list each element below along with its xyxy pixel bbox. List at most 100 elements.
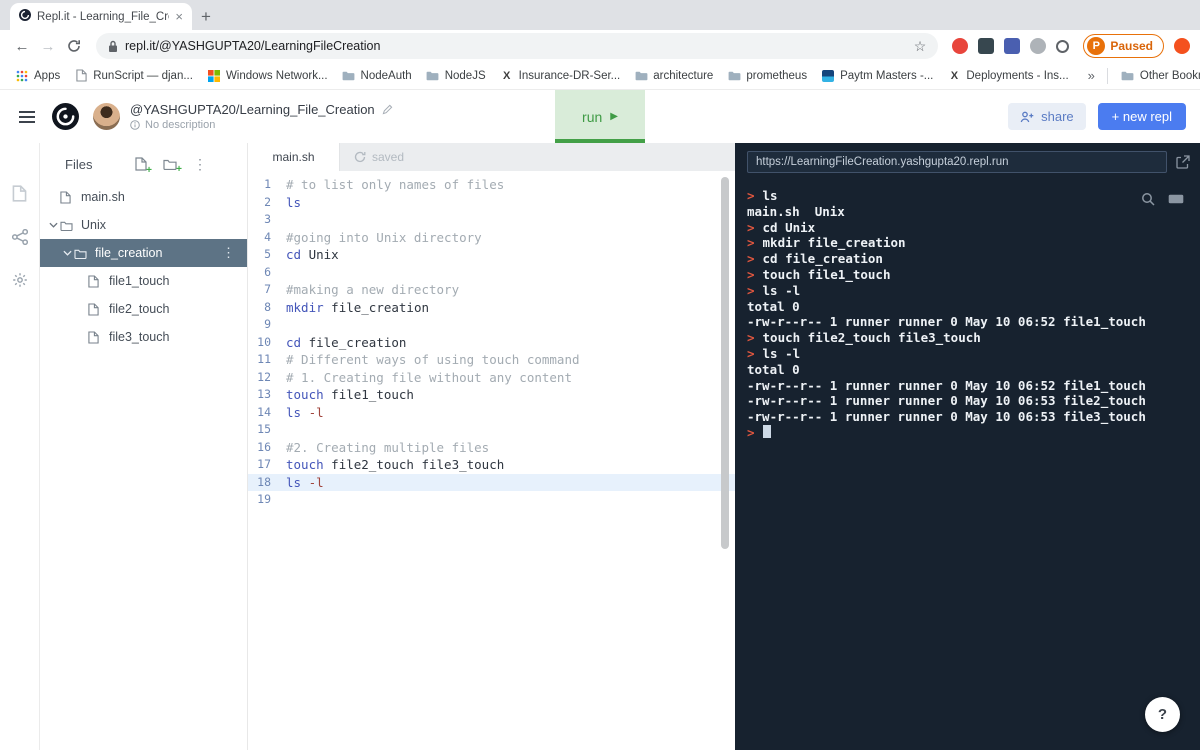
code-line[interactable]: 1 # to list only names of files (248, 176, 735, 194)
bookmark-item[interactable]: X NodeAuth (335, 62, 419, 89)
editor-tab-main-sh[interactable]: main.sh (248, 143, 340, 171)
keyboard-icon[interactable] (1168, 194, 1184, 204)
terminal-line: >ls -l (747, 283, 1188, 299)
code-line[interactable]: 17 touch file2_touch file3_touch (248, 456, 735, 474)
reload-icon[interactable] (62, 34, 86, 58)
prompt-symbol: > (747, 220, 755, 235)
code-line[interactable]: 18 ls -l (248, 474, 735, 492)
code-line[interactable]: 16 #2. Creating multiple files (248, 439, 735, 457)
code-line[interactable]: 6 (248, 264, 735, 282)
tab-close-icon[interactable]: × (175, 9, 183, 24)
profile-paused-badge[interactable]: P Paused (1083, 34, 1164, 58)
code-area[interactable]: 1 # to list only names of files 2 ls 3 (248, 171, 735, 750)
code-line[interactable]: 15 (248, 421, 735, 439)
prompt-symbol: > (747, 283, 755, 298)
file-tree-item[interactable]: file_creation ⋮ (40, 239, 247, 267)
bookmark-item[interactable]: X Paytm Masters -... (814, 62, 940, 89)
bookmark-item[interactable]: X Windows Network... (200, 62, 335, 89)
bookmarks-overflow-chevron[interactable]: » (1076, 68, 1107, 83)
add-folder-icon[interactable]: + (163, 158, 177, 170)
other-bookmarks[interactable]: Other Bookmarks (1114, 62, 1200, 89)
user-avatar[interactable] (93, 103, 120, 130)
profile-avatar-icon[interactable] (1174, 38, 1190, 54)
code-line[interactable]: 19 (248, 491, 735, 509)
bookmark-item[interactable]: X Apps (8, 62, 67, 89)
back-icon[interactable]: ← (10, 34, 34, 58)
run-button[interactable]: run ▶ (555, 90, 645, 143)
divider (1107, 68, 1108, 84)
extension-icon[interactable] (1030, 38, 1046, 54)
code-line[interactable]: 2 ls (248, 194, 735, 212)
prompt-symbol: > (747, 346, 755, 361)
search-icon[interactable] (1141, 192, 1155, 206)
code-line[interactable]: 13 touch file1_touch (248, 386, 735, 404)
line-number: 2 (248, 194, 286, 212)
code-line[interactable]: 11 # Different ways of using touch comma… (248, 351, 735, 369)
lock-icon (108, 40, 118, 53)
repl-path: @YASHGUPTA20/Learning_File_Creation (130, 102, 375, 117)
file-name: main.sh (81, 190, 125, 204)
bookmark-item[interactable]: X Deployments - Ins... (940, 62, 1075, 89)
settings-gear-icon[interactable] (12, 272, 28, 288)
file-name: file2_touch (109, 302, 169, 316)
bookmark-item[interactable]: X prometheus (720, 62, 814, 89)
extension-icon[interactable] (978, 38, 994, 54)
other-bookmarks-label: Other Bookmarks (1140, 70, 1200, 82)
code-line[interactable]: 5 cd Unix (248, 246, 735, 264)
bookmark-item[interactable]: X architecture (627, 62, 720, 89)
file-tree-item[interactable]: file1_touch ⋮ (40, 267, 247, 295)
terminal-text: ls -l (763, 346, 801, 361)
code-editor: main.sh saved 1 # to list only names of … (248, 143, 735, 750)
code-line[interactable]: 4 #going into Unix directory (248, 229, 735, 247)
code-line[interactable]: 8 mkdir file_creation (248, 299, 735, 317)
file-tree-item[interactable]: file2_touch ⋮ (40, 295, 247, 323)
editor-scrollbar[interactable] (721, 177, 729, 549)
open-in-new-tab-icon[interactable] (1176, 155, 1190, 169)
bookmark-item[interactable]: X NodeJS (419, 62, 493, 89)
new-tab-button[interactable]: + (192, 3, 220, 30)
code-line[interactable]: 14 ls -l (248, 404, 735, 422)
help-button[interactable]: ? (1145, 697, 1180, 732)
bookmark-item[interactable]: X Insurance-DR-Ser... (493, 62, 628, 89)
hamburger-menu-icon[interactable] (18, 110, 36, 124)
code-line[interactable]: 10 cd file_creation (248, 334, 735, 352)
webview-url-bar[interactable]: https://LearningFileCreation.yashgupta20… (747, 151, 1167, 173)
bookmark-label: Deployments - Ins... (966, 70, 1068, 82)
add-file-icon[interactable]: + (135, 157, 147, 171)
share-nodes-icon[interactable] (12, 229, 28, 245)
code-line[interactable]: 9 (248, 316, 735, 334)
files-options-icon[interactable]: ⋮ (193, 156, 207, 173)
saved-indicator: saved (354, 143, 404, 171)
extension-icon[interactable] (1004, 38, 1020, 54)
share-button[interactable]: share (1008, 103, 1086, 130)
code-line[interactable]: 12 # 1. Creating file without any conten… (248, 369, 735, 387)
chevron-down-icon[interactable] (46, 222, 60, 228)
file-tree-item[interactable]: main.sh ⋮ (40, 183, 247, 211)
new-repl-button[interactable]: + new repl (1098, 103, 1186, 130)
code-text: mkdir file_creation (286, 299, 429, 317)
file-options-icon[interactable]: ⋮ (222, 245, 235, 261)
line-number: 1 (248, 176, 286, 194)
browser-tab-active[interactable]: Repl.it - Learning_File_Creation × (10, 3, 192, 30)
folder-icon (342, 69, 356, 83)
bookmark-star-icon[interactable]: ☆ (914, 38, 927, 55)
file-tree-item[interactable]: Unix ⋮ (40, 211, 247, 239)
extension-icon[interactable] (1056, 40, 1069, 53)
folder-icon (74, 248, 88, 259)
replit-logo[interactable] (52, 103, 79, 130)
files-nav-icon[interactable] (12, 185, 27, 202)
edit-pencil-icon[interactable] (382, 104, 393, 115)
line-number: 17 (248, 456, 286, 474)
url-bar[interactable]: repl.it/@YASHGUPTA20/LearningFileCreatio… (96, 33, 938, 59)
code-line[interactable]: 7 #making a new directory (248, 281, 735, 299)
forward-icon[interactable]: → (36, 34, 60, 58)
file-name: file3_touch (109, 330, 169, 344)
webview-header: https://LearningFileCreation.yashgupta20… (735, 143, 1200, 179)
chevron-down-icon[interactable] (60, 250, 74, 256)
code-line[interactable]: 3 (248, 211, 735, 229)
terminal-output[interactable]: >ls main.sh Unix >cd Unix >mkdir file_cr… (735, 179, 1200, 450)
folder-icon (426, 69, 440, 83)
extension-icon[interactable] (952, 38, 968, 54)
bookmark-item[interactable]: X RunScript — djan... (67, 62, 200, 89)
file-tree-item[interactable]: file3_touch ⋮ (40, 323, 247, 351)
